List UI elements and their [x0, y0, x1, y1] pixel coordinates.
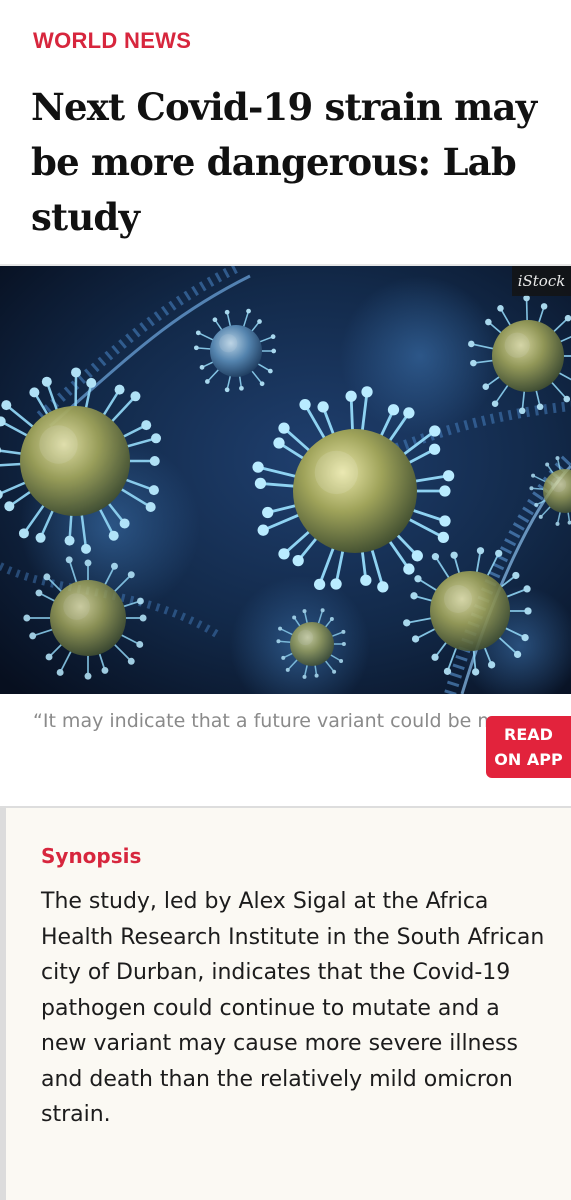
- virus-illustration: [0, 266, 571, 694]
- read-on-app-button[interactable]: READ ON APP: [486, 716, 571, 778]
- read-on-app-label-line2: ON APP: [494, 750, 563, 769]
- read-on-app-label-line1: READ: [504, 725, 553, 744]
- synopsis-accent-bar: [0, 808, 6, 1200]
- synopsis-text: The study, led by Alex Sigal at the Afri…: [41, 889, 545, 1127]
- article-headline: Next Covid-19 strain may be more dangero…: [31, 85, 537, 239]
- image-credit: iStock: [512, 266, 571, 296]
- image-caption: “It may indicate that a future variant c…: [33, 710, 493, 732]
- section-label[interactable]: WORLD NEWS: [33, 28, 191, 54]
- synopsis-title: Synopsis: [41, 844, 142, 868]
- hero-image: [0, 264, 571, 694]
